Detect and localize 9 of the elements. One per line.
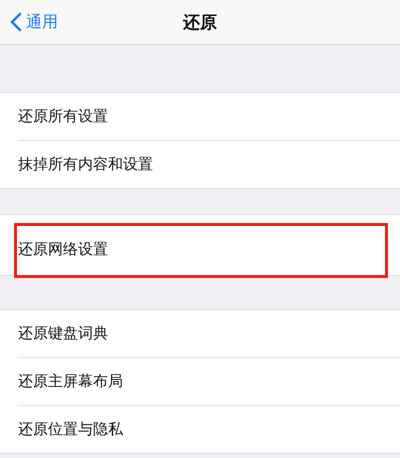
settings-row[interactable]: 还原主屏幕布局 [18,372,123,391]
settings-row[interactable]: 还原位置与隐私 [18,420,123,439]
settings-row[interactable]: 还原所有设置 [18,107,108,126]
screen-title: 还原 [183,12,217,34]
back-button[interactable]: 通用 [0,10,64,34]
settings-row[interactable]: 还原网络设置 [18,240,108,258]
settings-row[interactable]: 抹掉所有内容和设置 [18,155,153,174]
back-chevron-icon [10,12,22,32]
settings-row[interactable]: 还原键盘词典 [18,324,108,343]
